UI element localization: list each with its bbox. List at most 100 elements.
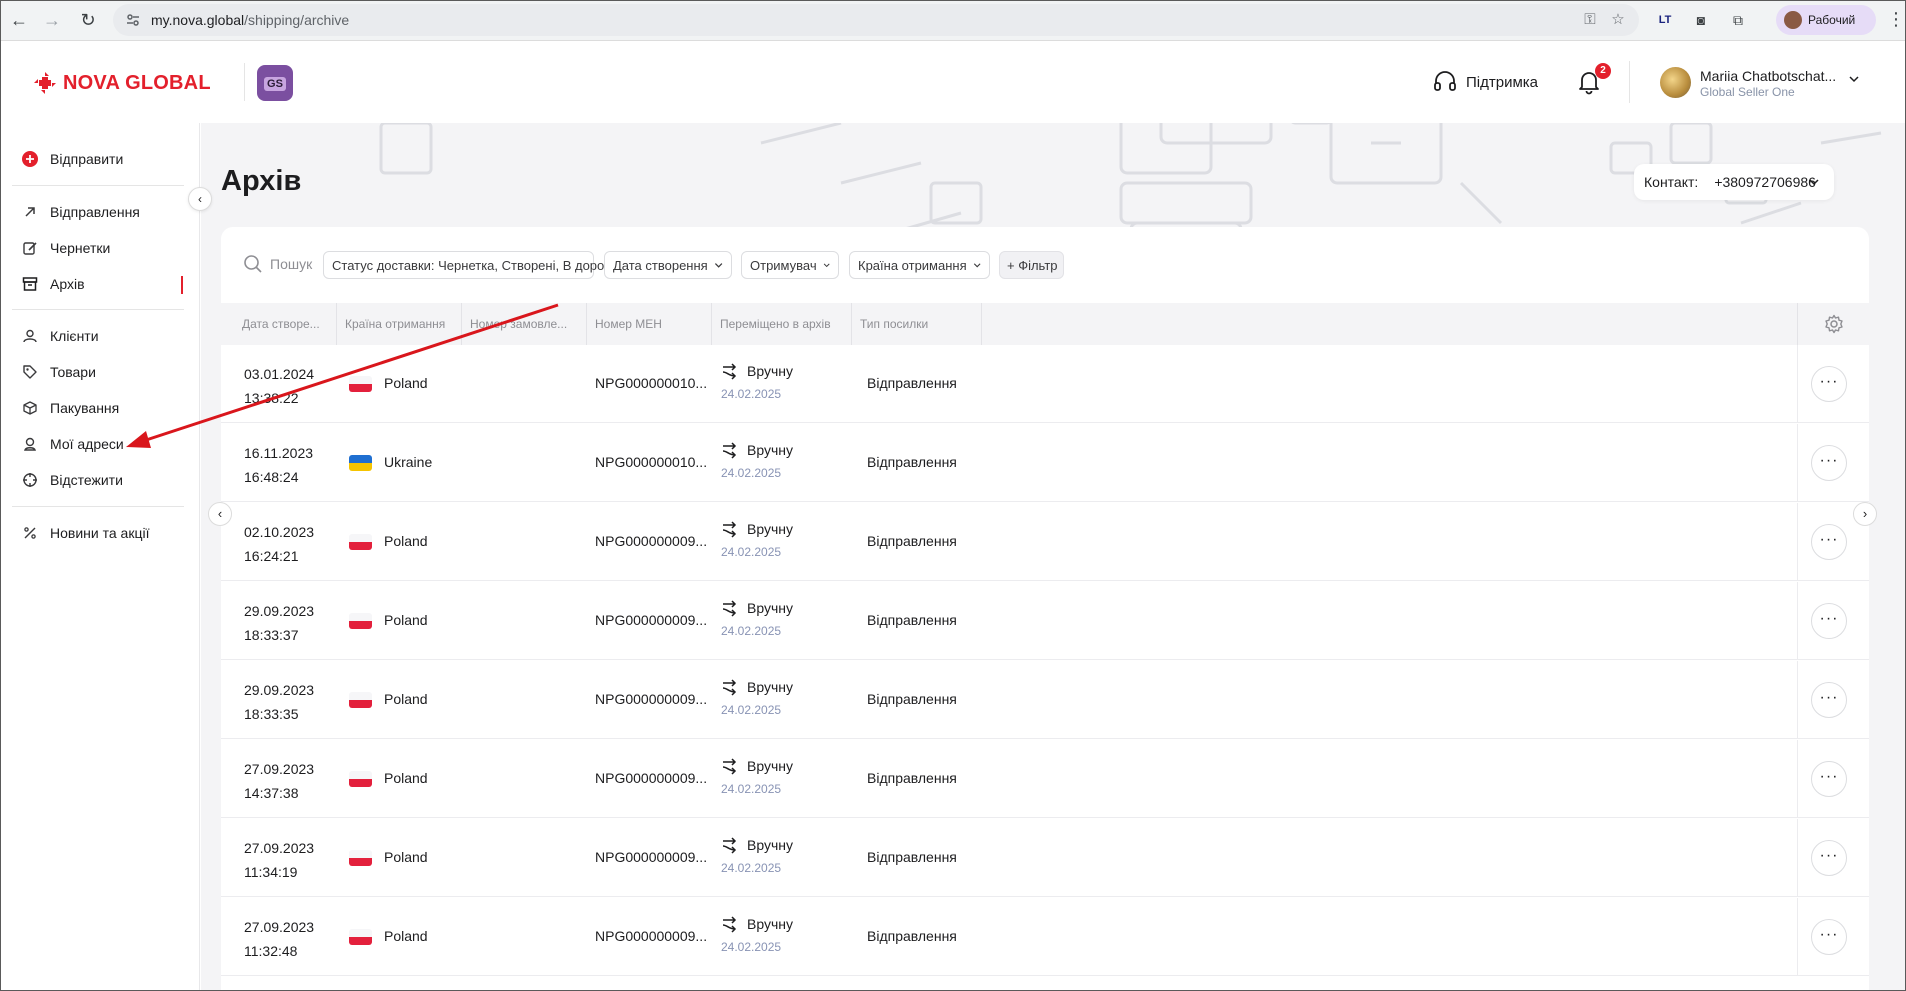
- nova-global-logo[interactable]: NOVA GLOBAL: [33, 71, 211, 95]
- country-filter-label: Країна отримання: [858, 257, 967, 273]
- manual-move-icon: [722, 679, 737, 696]
- sidebar-item-goods[interactable]: Товари: [22, 361, 96, 383]
- support-button[interactable]: Підтримка: [1432, 69, 1538, 95]
- sidebar-item-clients[interactable]: Клієнти: [22, 325, 99, 347]
- sidebar-item-drafts[interactable]: Чернетки: [22, 237, 110, 259]
- moved-date: 24.02.2025: [721, 466, 782, 480]
- country-cell: Poland: [384, 770, 428, 786]
- user-menu[interactable]: Mariia Chatbotschat... Global Seller One: [1660, 65, 1860, 101]
- manual-move-icon: [722, 363, 737, 380]
- column-header[interactable]: Країна отримання: [337, 303, 462, 345]
- column-header[interactable]: Номер замовле...: [462, 303, 587, 345]
- sidebar-item-track[interactable]: Відстежити: [22, 469, 123, 491]
- star-icon[interactable]: ☆: [1609, 11, 1627, 29]
- poland-flag-icon: [349, 771, 372, 787]
- row-actions-button[interactable]: ···: [1811, 682, 1847, 718]
- moved-date: 24.02.2025: [721, 782, 782, 796]
- created-date-cell: 27.09.2023 11:32:48: [244, 915, 314, 963]
- sidebar-collapse-button[interactable]: ‹: [188, 187, 212, 211]
- moved-date: 24.02.2025: [721, 545, 782, 559]
- table-row[interactable]: 29.09.2023 18:33:37 Poland NPG000000009... В…: [221, 582, 1869, 660]
- back-icon[interactable]: ←: [8, 9, 30, 31]
- created-time: 18:33:35: [244, 706, 299, 722]
- row-actions-button[interactable]: ···: [1811, 919, 1847, 955]
- moved-date: 24.02.2025: [721, 703, 782, 717]
- camera-icon[interactable]: ◙: [1691, 10, 1711, 30]
- divider: [244, 63, 245, 101]
- gear-icon[interactable]: [1824, 314, 1844, 334]
- created-date-cell: 02.10.2023 16:24:21: [244, 520, 314, 568]
- parcel-type-cell: Відправлення: [867, 375, 957, 391]
- reload-icon[interactable]: ↻: [77, 9, 99, 31]
- row-actions-button[interactable]: ···: [1811, 445, 1847, 481]
- avatar: [1660, 67, 1691, 98]
- country-filter[interactable]: Країна отримання: [849, 251, 990, 279]
- parcel-type-cell: Відправлення: [867, 691, 957, 707]
- created-date-filter[interactable]: Дата створення: [604, 251, 732, 279]
- site-settings-icon[interactable]: [125, 12, 141, 28]
- recipient-filter-label: Отримувач: [750, 257, 817, 273]
- add-filter-button[interactable]: + Фільтр: [999, 251, 1064, 279]
- created-date: 29.09.2023: [244, 682, 315, 698]
- divider: [1629, 61, 1630, 103]
- recipient-filter[interactable]: Отримувач: [741, 251, 839, 279]
- sidebar-item-label: Пакування: [50, 400, 120, 416]
- key-icon[interactable]: ⚿: [1581, 11, 1599, 29]
- sidebar-item-my-addresses[interactable]: Мої адреси: [22, 433, 124, 455]
- address-bar[interactable]: my.nova.global/shipping/archive ⚿ ☆: [113, 4, 1639, 36]
- sidebar-item-send[interactable]: Відправити: [22, 148, 123, 170]
- table-row[interactable]: 29.09.2023 18:33:35 Poland NPG000000009... В…: [221, 661, 1869, 739]
- active-indicator: [181, 276, 183, 294]
- row-actions-button[interactable]: ···: [1811, 840, 1847, 876]
- forward-icon[interactable]: →: [41, 9, 63, 31]
- created-time: 18:33:37: [244, 627, 299, 643]
- column-header[interactable]: Дата створе...: [234, 303, 337, 345]
- gs-badge[interactable]: GS: [257, 65, 293, 101]
- search-input[interactable]: Пошук: [243, 254, 312, 274]
- sidebar-item-packaging[interactable]: Пакування: [22, 397, 119, 419]
- row-actions-button[interactable]: ···: [1811, 366, 1847, 402]
- archive-icon: [22, 276, 38, 292]
- sidebar-item-archive[interactable]: Архів: [22, 273, 85, 295]
- browser-menu-icon[interactable]: ⋮: [1887, 10, 1905, 28]
- column-header[interactable]: Номер МЕН: [587, 303, 712, 345]
- ukraine-flag-icon: [349, 455, 372, 471]
- row-actions-button[interactable]: ···: [1811, 761, 1847, 797]
- table-row[interactable]: 27.09.2023 11:32:48 Poland NPG000000009... В…: [221, 898, 1869, 976]
- column-header[interactable]: Тип посилки: [852, 303, 982, 345]
- row-actions-button[interactable]: ···: [1811, 603, 1847, 639]
- table-row[interactable]: 16.11.2023 16:48:24 Ukraine NPG000000010...…: [221, 424, 1869, 502]
- moved-method: Вручну: [747, 363, 793, 379]
- tag-icon: [22, 364, 38, 380]
- poland-flag-icon: [349, 376, 372, 392]
- manual-move-icon: [722, 837, 737, 854]
- profile-button[interactable]: Рабочий: [1776, 5, 1876, 35]
- column-header[interactable]: Переміщено в архів: [712, 303, 852, 345]
- chevron-down-icon: [823, 263, 830, 268]
- table-row[interactable]: 27.09.2023 11:34:19 Poland NPG000000009... В…: [221, 819, 1869, 897]
- url-text[interactable]: my.nova.global/shipping/archive: [151, 12, 349, 28]
- created-time: 14:37:38: [244, 785, 299, 801]
- manual-move-icon: [722, 916, 737, 933]
- table-row[interactable]: 02.10.2023 16:24:21 Poland NPG000000009... В…: [221, 503, 1869, 581]
- table-row[interactable]: 27.09.2023 14:37:38 Poland NPG000000009... В…: [221, 740, 1869, 818]
- gs-badge-text: GS: [264, 77, 286, 91]
- table-row[interactable]: 03.01.2024 13:38:22 Poland NPG000000010... В…: [221, 345, 1869, 423]
- created-date-filter-label: Дата створення: [613, 257, 708, 273]
- status-filter-label: Статус доставки: Чернетка, Створені, В д…: [332, 257, 636, 273]
- scroll-left-button[interactable]: ‹: [208, 502, 232, 526]
- extension-icon[interactable]: LT: [1655, 10, 1675, 30]
- sidebar-item-label: Відправити: [50, 151, 124, 167]
- sidebar-item-shipments[interactable]: Відправлення: [22, 201, 140, 223]
- manual-move-icon: [722, 758, 737, 775]
- moved-date: 24.02.2025: [721, 940, 782, 954]
- scroll-right-button[interactable]: ›: [1853, 502, 1877, 526]
- status-filter[interactable]: Статус доставки: Чернетка, Створені, В д…: [323, 251, 635, 279]
- arrow-up-right-icon: [22, 204, 38, 220]
- plus-circle-icon: [22, 151, 38, 167]
- contact-select[interactable]: Контакт: +380972706986: [1634, 164, 1834, 200]
- sidebar-item-news[interactable]: Новини та акції: [22, 522, 149, 544]
- support-label: Підтримка: [1466, 73, 1539, 91]
- puzzle-icon[interactable]: ⧉: [1728, 10, 1748, 30]
- row-actions-button[interactable]: ···: [1811, 524, 1847, 560]
